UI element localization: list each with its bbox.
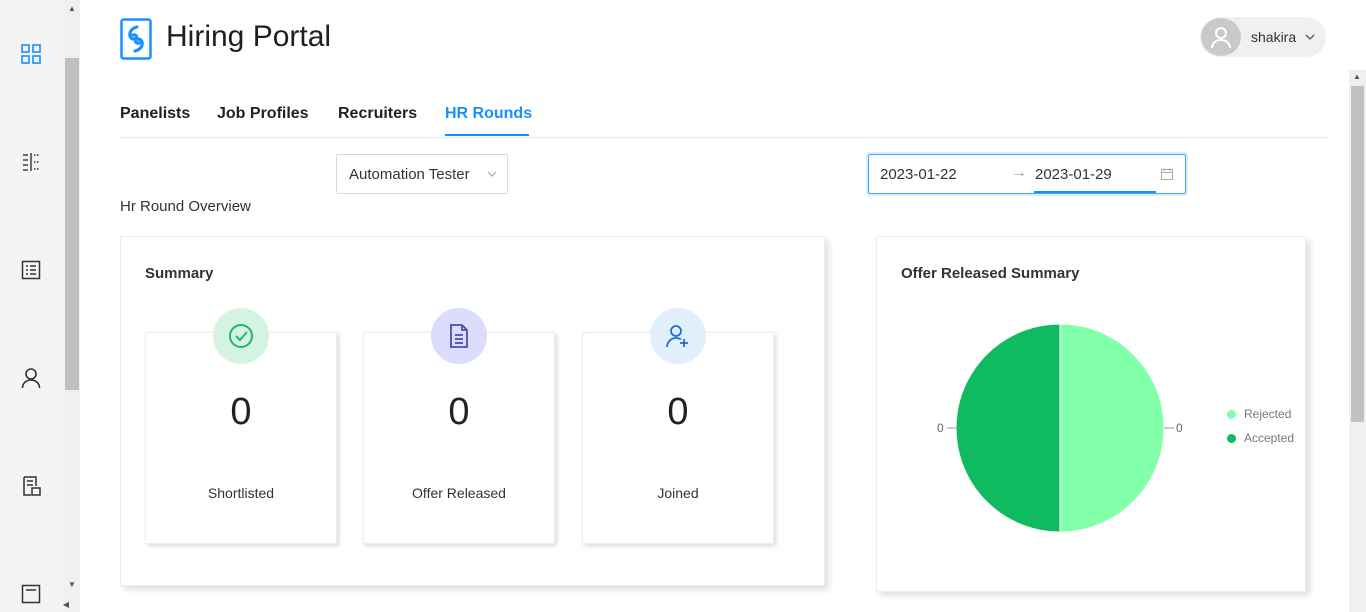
avatar [1201, 18, 1241, 56]
pie-label-accepted: 0 [937, 421, 944, 435]
summary-card: Summary 0 Shortlisted 0 Offer Released 0… [120, 236, 825, 586]
stat-joined[interactable]: 0 Joined [582, 308, 774, 544]
sidebar-scroll-thumb[interactable] [65, 58, 79, 390]
scroll-down-arrow-icon[interactable]: ▼ [64, 580, 80, 590]
active-tab-indicator [445, 134, 529, 136]
offer-pie-chart [947, 323, 1174, 533]
stat-shortlisted[interactable]: 0 Shortlisted [145, 308, 337, 544]
legend-label-rejected: Rejected [1244, 407, 1292, 421]
overview-title: Hr Round Overview [120, 198, 251, 215]
tab-panelists[interactable]: Panelists [120, 105, 190, 123]
shortlisted-count: 0 [230, 391, 252, 433]
user-add-icon [650, 308, 706, 364]
legend-label-accepted: Accepted [1244, 431, 1295, 445]
logo-icon [120, 18, 152, 60]
panel-icon[interactable] [20, 151, 42, 173]
tab-job-profiles[interactable]: Job Profiles [217, 105, 309, 123]
date-to-input[interactable]: 2023-01-29 [1035, 166, 1112, 183]
tab-hr-rounds[interactable]: HR Rounds [445, 105, 532, 123]
pie-slice-rejected[interactable] [1059, 323, 1165, 533]
main-scroll-up-icon[interactable]: ▲ [1349, 72, 1365, 82]
user-menu[interactable]: shakira [1200, 17, 1326, 57]
main-scrollbar[interactable]: ▲ [1349, 70, 1366, 612]
legend-dot-rejected [1227, 410, 1236, 419]
scroll-up-arrow-icon[interactable]: ▲ [64, 4, 80, 14]
shortlisted-label: Shortlisted [207, 485, 275, 501]
job-profile-value: Automation Tester [349, 166, 470, 183]
user-name: shakira [1251, 29, 1297, 45]
joined-count: 0 [667, 391, 689, 433]
offer-released-count: 0 [448, 391, 470, 433]
chevron-down-icon [1305, 34, 1315, 40]
document-icon[interactable] [20, 583, 42, 605]
date-range-picker[interactable]: 2023-01-22 → 2023-01-29 [868, 154, 1186, 194]
sidebar-scrollbar[interactable]: ▲ ▼ ◀ [63, 0, 80, 612]
pie-slice-accepted[interactable] [955, 323, 1061, 533]
scroll-left-arrow-icon[interactable]: ◀ [58, 600, 74, 610]
dashboard-icon[interactable] [20, 43, 42, 65]
chevron-down-icon [487, 171, 497, 177]
main-scroll-thumb[interactable] [1351, 86, 1364, 422]
sidebar [0, 0, 64, 612]
document-icon [431, 308, 487, 364]
report-icon[interactable] [20, 475, 42, 497]
tab-recruiters[interactable]: Recruiters [338, 105, 417, 123]
stat-offer-released[interactable]: 0 Offer Released [363, 308, 555, 544]
summary-title: Summary [145, 265, 214, 282]
job-profile-select[interactable]: Automation Tester [336, 154, 508, 194]
active-input-bar [1034, 191, 1156, 193]
list-icon[interactable] [20, 259, 42, 281]
legend-dot-accepted [1227, 434, 1236, 443]
joined-label: Joined [657, 485, 699, 501]
app-title: Hiring Portal [166, 20, 332, 53]
date-from-input[interactable]: 2023-01-22 [880, 166, 957, 183]
pie-label-rejected: 0 [1176, 421, 1183, 435]
user-icon[interactable] [20, 367, 42, 389]
offer-released-label: Offer Released [412, 485, 506, 501]
offer-summary-card: Offer Released Summary 0 0 Rejected Acce… [876, 236, 1306, 592]
date-separator: → [1011, 164, 1027, 181]
check-circle-icon [213, 308, 269, 364]
calendar-icon[interactable] [1160, 167, 1174, 181]
tab-bar: Panelists Job Profiles Recruiters HR Rou… [120, 96, 1328, 138]
